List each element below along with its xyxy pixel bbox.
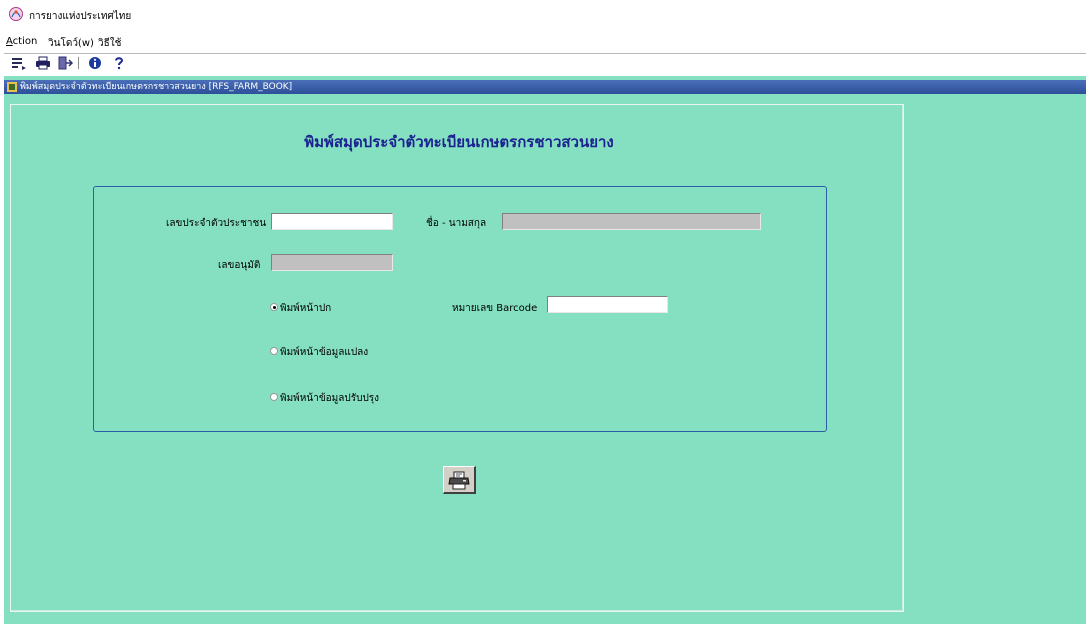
exit-icon xyxy=(58,56,73,70)
page-setup-button[interactable] xyxy=(10,55,28,71)
print-toolbar-button[interactable] xyxy=(34,55,52,71)
help-button[interactable] xyxy=(110,55,128,71)
form-titlebar: พิมพ์สมุดประจำตัวทะเบียนเกษตรกรชาวสวนยาง… xyxy=(4,80,1086,94)
print-update-data-radio[interactable] xyxy=(270,393,278,401)
toolbar xyxy=(4,53,1086,72)
menu-action-label: Action xyxy=(6,36,38,47)
menu-help[interactable]: วิธีใช้ xyxy=(98,36,121,51)
barcode-input[interactable] xyxy=(547,296,668,313)
print-plot-data-label: พิมพ์หน้าข้อมูลแปลง xyxy=(280,347,369,358)
barcode-label: หมายเลข Barcode xyxy=(452,303,538,314)
app-logo-icon xyxy=(8,6,24,22)
citizen-id-input[interactable] xyxy=(271,213,393,230)
full-name-label: ชื่อ - นามสกุล xyxy=(426,218,487,229)
approval-no-label: เลขอนุมัติ xyxy=(218,260,261,271)
form-window-icon xyxy=(7,82,17,92)
print-update-data-label: พิมพ์หน้าข้อมูลปรับปรุง xyxy=(280,393,380,404)
full-name-field xyxy=(502,213,761,230)
menu-action[interactable]: Action xyxy=(6,36,37,47)
citizen-id-label: เลขประจำตัวประชาชน xyxy=(166,218,267,229)
help-icon xyxy=(115,57,124,70)
print-plot-data-radio[interactable] xyxy=(270,347,278,355)
print-icon xyxy=(36,56,50,70)
print-cover-label: พิมพ์หน้าปก xyxy=(280,303,332,314)
menubar: Action วินโดว์(w) วิธีใช้ xyxy=(0,34,1086,52)
page-setup-icon xyxy=(12,58,26,70)
approval-no-field xyxy=(271,254,393,271)
toolbar-separator xyxy=(78,57,79,69)
printer-icon xyxy=(448,471,470,489)
app-titlebar: การยางแห่งประเทศไทย xyxy=(0,0,1086,30)
info-icon xyxy=(89,57,101,69)
print-button[interactable] xyxy=(443,466,476,494)
exit-button[interactable] xyxy=(56,55,74,71)
info-button[interactable] xyxy=(86,55,104,71)
page-title: พิมพ์สมุดประจำตัวทะเบียนเกษตรกรชาวสวนยาง xyxy=(304,133,614,151)
print-cover-radio[interactable] xyxy=(270,303,278,311)
app-title: การยางแห่งประเทศไทย xyxy=(29,11,132,22)
menu-window[interactable]: วินโดว์(w) xyxy=(48,36,94,51)
form-window-title: พิมพ์สมุดประจำตัวทะเบียนเกษตรกรชาวสวนยาง… xyxy=(20,82,293,92)
